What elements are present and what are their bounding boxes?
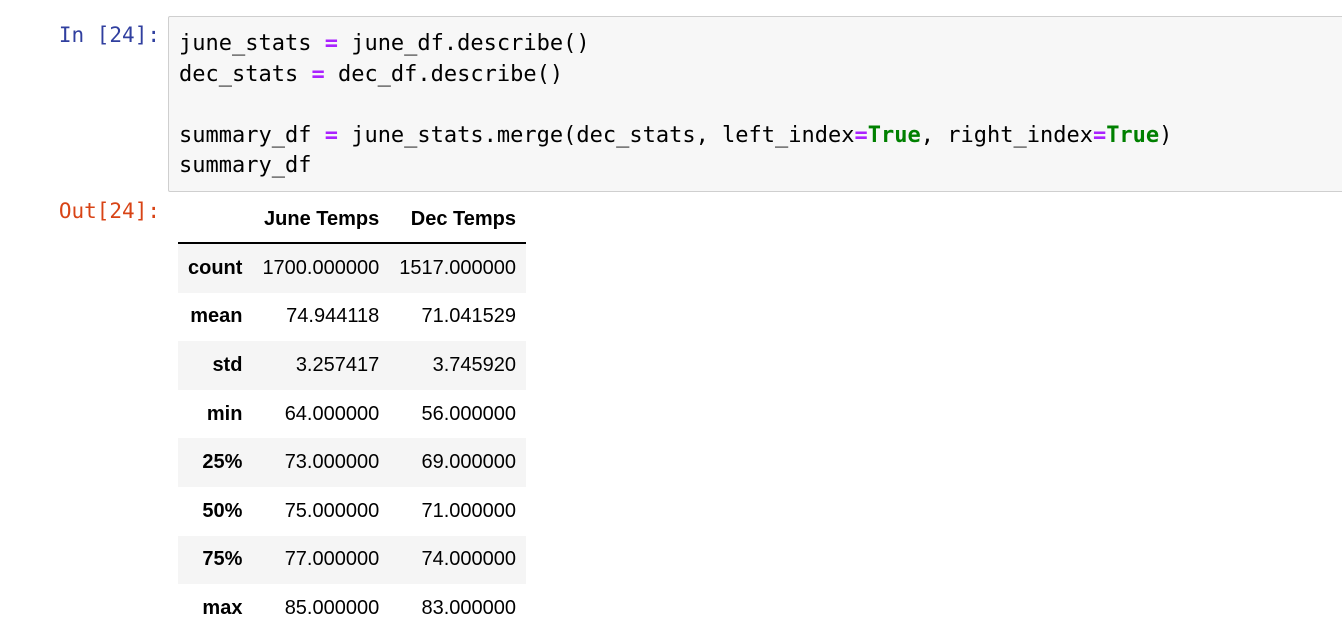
row-index: 50% (202, 499, 243, 522)
cell-june-temps: 77.000000 (284, 548, 380, 571)
code-operator: = (854, 122, 868, 148)
code-token: june_stats (179, 31, 325, 56)
cell-dec-temps: 56.000000 (421, 402, 517, 425)
row-index: std (212, 353, 243, 376)
row-index: count (188, 256, 243, 279)
table-row: min 64.000000 56.000000 (178, 389, 527, 439)
column-header-dec-temps: Dec Temps (389, 196, 527, 244)
code-line: summary_df = june_stats.merge(dec_stats,… (179, 123, 1172, 148)
cell-dec-temps: 69.000000 (421, 451, 517, 474)
output-prompt: Out[24]: (58, 199, 160, 223)
code-keyword: True (867, 122, 921, 148)
cell-june-temps: 75.000000 (284, 499, 380, 522)
code-text[interactable]: june_stats = june_df.describe() dec_stat… (179, 29, 1172, 182)
cell-dec-temps: 83.000000 (421, 596, 517, 619)
row-index: min (206, 402, 243, 425)
cell-june-temps: 73.000000 (284, 451, 380, 474)
input-cell[interactable]: In [24]: june_stats = june_df.describe()… (0, 8, 1342, 192)
row-index: mean (190, 305, 243, 328)
cell-june-temps: 1700.000000 (262, 256, 380, 279)
code-token: summary_df (179, 153, 312, 178)
code-line: summary_df (179, 153, 311, 178)
row-index: 75% (202, 548, 243, 571)
code-token: june_df.describe() (337, 31, 590, 56)
dataframe-table: June Temps Dec Temps count 1700.000000 1… (178, 196, 527, 633)
cell-june-temps: 85.000000 (284, 596, 380, 619)
code-token: dec_df.describe() (324, 61, 564, 87)
row-index: 25% (202, 451, 243, 474)
table-row: max 85.000000 83.000000 (178, 584, 527, 633)
table-row: mean 74.944118 71.041529 (178, 292, 527, 342)
table-row: 25% 73.000000 69.000000 (178, 438, 527, 487)
cell-dec-temps: 1517.000000 (399, 256, 517, 279)
code-token: june_stats.merge(dec_stats, left_index (337, 122, 855, 148)
code-operator: = (1092, 122, 1107, 148)
code-token: dec_stats (179, 61, 312, 87)
cell-june-temps: 74.944118 (286, 305, 380, 328)
table-row: std 3.257417 3.745920 (178, 341, 527, 390)
code-line: june_stats = june_df.describe() (179, 31, 590, 56)
table-header-row: June Temps Dec Temps (178, 196, 527, 244)
code-token: , right_index (920, 122, 1093, 148)
table-row: 75% 77.000000 74.000000 (178, 535, 527, 585)
code-editor[interactable]: june_stats = june_df.describe() dec_stat… (168, 16, 1342, 192)
code-token: summary_df (179, 122, 325, 148)
code-token: ) (1159, 122, 1173, 148)
code-operator: = (311, 61, 325, 87)
cell-dec-temps: 71.041529 (421, 305, 517, 328)
output-area: June Temps Dec Temps count 1700.000000 1… (178, 196, 527, 633)
cell-dec-temps: 74.000000 (421, 548, 517, 571)
table-row: 50% 75.000000 71.000000 (178, 486, 527, 536)
input-prompt: In [24]: (58, 23, 160, 47)
cell-dec-temps: 71.000000 (421, 499, 517, 522)
code-operator: = (324, 122, 338, 148)
code-line: dec_stats = dec_df.describe() (179, 62, 563, 87)
column-header-june-temps: June Temps (252, 196, 390, 244)
row-index: max (202, 596, 243, 619)
cell-june-temps: 3.257417 (295, 353, 380, 376)
cell-dec-temps: 3.745920 (432, 353, 517, 376)
code-operator: = (324, 31, 338, 56)
table-row: count 1700.000000 1517.000000 (178, 243, 527, 293)
cell-june-temps: 64.000000 (284, 402, 380, 425)
code-keyword: True (1106, 122, 1160, 148)
index-header (178, 196, 253, 244)
